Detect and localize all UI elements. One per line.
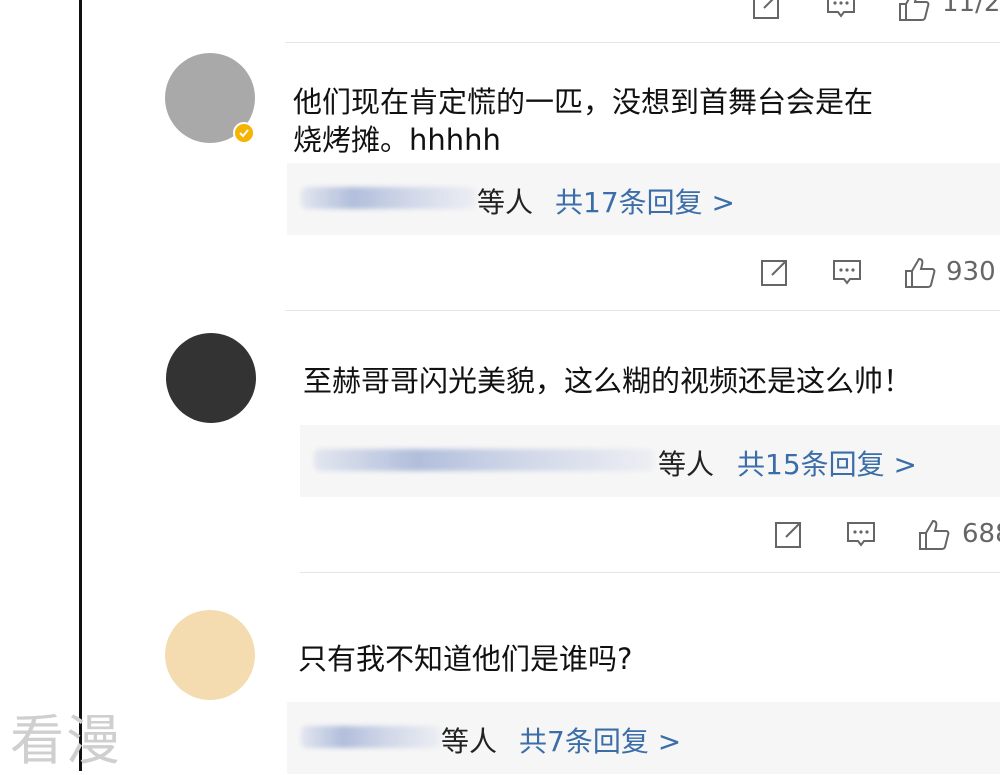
action-bar: 688	[772, 517, 1000, 557]
reply-count-link[interactable]: 共15条回复 >	[737, 443, 917, 483]
comment-icon[interactable]	[844, 517, 878, 551]
reply-etc-label: 等人	[441, 725, 498, 758]
left-border-line	[79, 0, 82, 771]
reply-count-link[interactable]: 共7条回复 >	[519, 720, 681, 760]
share-icon[interactable]	[750, 0, 784, 22]
action-bar-top-partial: 11/2	[750, 0, 1000, 28]
reply-preview[interactable]: 等人 共7条回复 >	[287, 702, 1000, 774]
watermark: 看漫	[10, 709, 122, 772]
like-icon[interactable]	[896, 0, 932, 24]
reply-etc-label: 等人	[658, 448, 715, 481]
comment-icon[interactable]	[824, 0, 858, 22]
blurred-usernames	[301, 726, 441, 748]
divider	[285, 42, 1000, 43]
divider	[285, 310, 1000, 311]
like-icon[interactable]	[902, 255, 938, 291]
reply-preview[interactable]: 等人 共15条回复 >	[300, 425, 1000, 497]
action-bar: 930	[758, 255, 1000, 295]
comment-text-line: 烧烤摊。hhhhh	[293, 123, 501, 157]
like-icon[interactable]	[916, 517, 952, 553]
blurred-usernames	[301, 187, 476, 209]
verified-badge-icon	[233, 122, 255, 144]
reply-count-link[interactable]: 共17条回复 >	[555, 181, 735, 221]
blurred-usernames	[314, 449, 654, 471]
reply-preview[interactable]: 等人 共17条回复 >	[287, 163, 1000, 235]
comment-text-line: 至赫哥哥闪光美貌，这么糊的视频还是这么帅！	[303, 364, 913, 398]
comment-icon[interactable]	[830, 255, 864, 289]
like-count: 930	[946, 257, 996, 287]
reply-etc-label: 等人	[477, 186, 534, 219]
share-icon[interactable]	[758, 255, 792, 289]
like-count: 11/2	[942, 0, 1000, 18]
comment-text: 至赫哥哥闪光美貌，这么糊的视频还是这么帅！	[303, 362, 993, 400]
comment-text-line: 只有我不知道他们是谁吗?	[298, 642, 633, 676]
like-count: 688	[962, 519, 1000, 549]
divider	[300, 572, 1000, 573]
comment-text-line: 他们现在肯定慌的一匹，没想到首舞台会是在	[293, 85, 874, 119]
comment-text: 只有我不知道他们是谁吗?	[298, 640, 988, 678]
comment-text: 他们现在肯定慌的一匹，没想到首舞台会是在 烧烤摊。hhhhh	[293, 83, 973, 159]
avatar[interactable]	[166, 333, 256, 423]
share-icon[interactable]	[772, 517, 806, 551]
avatar[interactable]	[165, 610, 255, 700]
